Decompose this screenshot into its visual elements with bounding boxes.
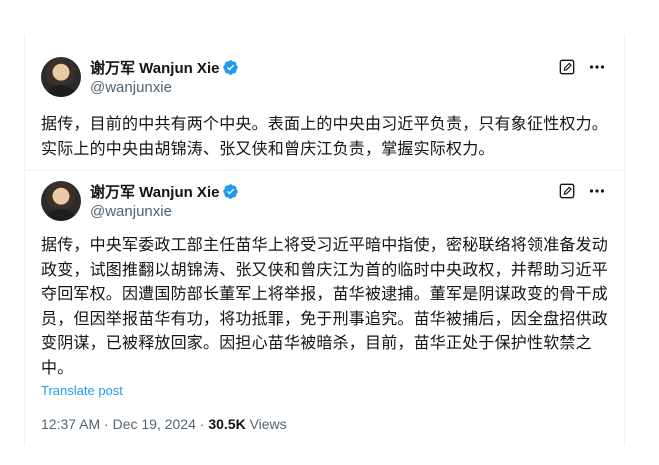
avatar[interactable] xyxy=(41,181,81,221)
edit-icon[interactable] xyxy=(558,58,576,76)
views-label: Views xyxy=(245,416,287,432)
meta-separator: · xyxy=(195,416,209,432)
more-icon[interactable] xyxy=(588,58,606,76)
tweet-text: 据传，目前的中共有两个中央。表面上的中央由习近平负责，只有象征性权力。实际上的中… xyxy=(41,114,609,158)
verified-badge-icon xyxy=(222,183,239,200)
tweet-2[interactable]: 谢万军 Wanjun Xie @wanjunxie 据传，中央军委政工部主任苗华… xyxy=(25,170,624,455)
more-icon[interactable] xyxy=(588,182,606,200)
author-handle[interactable]: @wanjunxie xyxy=(90,79,172,96)
timestamp[interactable]: 12:37 AM · Dec 19, 2024 xyxy=(41,416,196,432)
avatar[interactable] xyxy=(41,57,81,97)
views-count: 30.5K xyxy=(208,416,246,432)
author-row: 谢万军 Wanjun Xie xyxy=(90,57,239,77)
tweet-meta: 12:37 AM · Dec 19, 2024 · 30.5K Views xyxy=(41,416,287,432)
translate-post-link[interactable]: Translate post xyxy=(41,383,123,398)
tweet-1[interactable]: 谢万军 Wanjun Xie @wanjunxie 据传，目前的中共有两个中央。… xyxy=(25,35,624,170)
tweet-actions xyxy=(558,58,606,76)
author-name[interactable]: 谢万军 Wanjun Xie xyxy=(90,57,219,78)
author-name[interactable]: 谢万军 Wanjun Xie xyxy=(90,181,219,202)
edit-icon[interactable] xyxy=(558,182,576,200)
verified-badge-icon xyxy=(222,59,239,76)
timeline-right-border xyxy=(624,35,625,445)
tweet-actions xyxy=(558,182,606,200)
author-row: 谢万军 Wanjun Xie xyxy=(90,181,239,201)
tweet-text: 据传，中央军委政工部主任苗华上将受习近平暗中指使，密秘联络将领准备发动政变，试图… xyxy=(41,235,609,377)
author-handle[interactable]: @wanjunxie xyxy=(90,203,172,220)
